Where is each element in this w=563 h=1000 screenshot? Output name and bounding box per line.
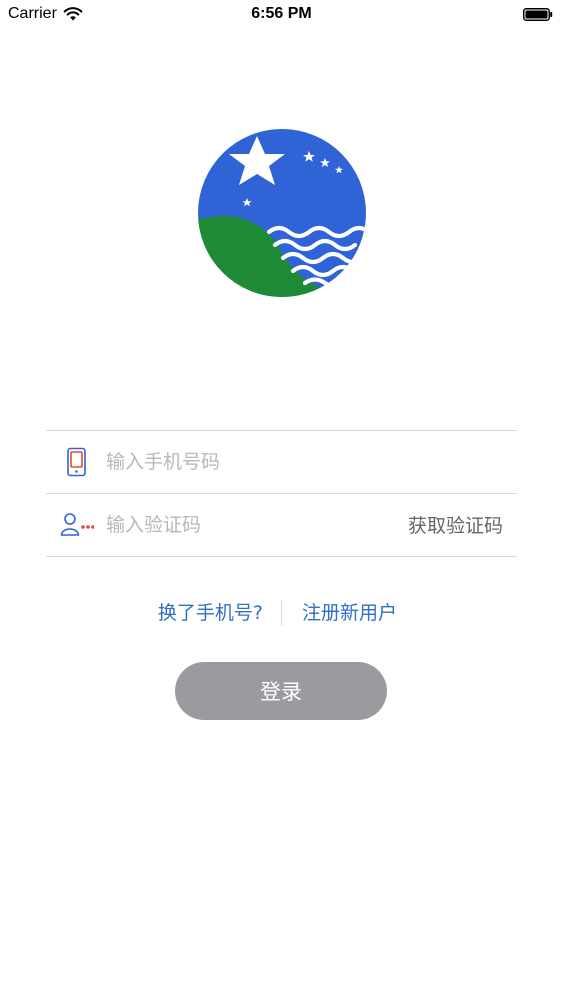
phone-icon (67, 447, 86, 477)
app-logo (198, 129, 366, 297)
change-phone-link[interactable]: 换了手机号? (158, 598, 263, 625)
link-divider (281, 600, 282, 626)
links-row: 换了手机号? 注册新用户 (0, 596, 563, 628)
battery-icon (523, 8, 553, 21)
user-code-icon (60, 513, 94, 536)
get-code-button[interactable]: 获取验证码 (408, 511, 503, 538)
phone-row (46, 430, 517, 493)
login-form: 获取验证码 (46, 430, 517, 557)
status-time: 6:56 PM (251, 5, 312, 22)
login-button[interactable]: 登录 (175, 662, 387, 720)
code-input[interactable] (106, 507, 386, 543)
phone-input[interactable] (106, 444, 386, 480)
code-row: 获取验证码 (46, 493, 517, 557)
register-link[interactable]: 注册新用户 (302, 598, 397, 625)
status-bar: Carrier 6:56 PM (0, 0, 563, 30)
